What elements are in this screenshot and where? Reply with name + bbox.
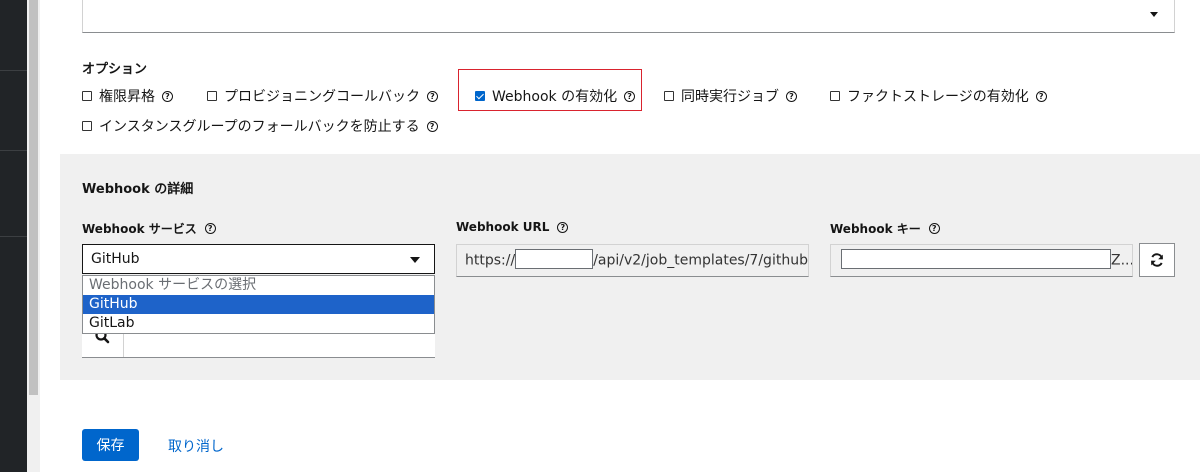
help-circle-icon[interactable]: ? — [426, 120, 438, 132]
help-circle-icon[interactable]: ? — [557, 221, 569, 233]
help-circle-icon[interactable]: ? — [162, 90, 173, 102]
form-content: オプション 権限昇格 ? プロビジョニングコールバック ? Webhook の有… — [60, 0, 1200, 472]
label-text: Webhook キー — [830, 222, 921, 236]
label-text: Webhook URL — [456, 220, 550, 234]
save-button[interactable]: 保存 — [82, 429, 139, 461]
scrollbar-thumb[interactable] — [29, 0, 38, 395]
option-label: インスタンスグループのフォールバックを防止する — [99, 119, 420, 135]
nav-divider — [0, 236, 27, 237]
checkbox[interactable] — [664, 91, 674, 101]
left-navigation — [0, 0, 27, 472]
url-suffix: /api/v2/job_templates/7/github/ — [593, 252, 809, 269]
checkbox[interactable] — [207, 91, 217, 101]
top-select-field[interactable] — [82, 0, 1175, 33]
option-privilege-escalation[interactable]: 権限昇格 ? — [82, 86, 173, 106]
option-label: 同時実行ジョブ — [681, 89, 779, 105]
redacted-region — [515, 249, 594, 269]
caret-down-icon — [1150, 12, 1158, 17]
help-circle-icon[interactable]: ? — [928, 223, 940, 234]
help-circle-icon[interactable]: ? — [786, 90, 797, 102]
option-prevent-instance-group-fallback[interactable]: インスタンスグループのフォールバックを防止する ? — [82, 116, 438, 136]
help-circle-icon[interactable]: ? — [427, 90, 438, 102]
url-prefix: https:// — [465, 252, 516, 269]
webhook-url-field[interactable]: https:// /api/v2/job_templates/7/github/ — [456, 244, 809, 277]
label-text: Webhook サービス — [82, 222, 197, 236]
dropdown-option-placeholder[interactable]: Webhook サービスの選択 — [83, 276, 434, 295]
help-circle-icon[interactable]: ? — [1035, 90, 1047, 102]
cancel-button[interactable]: 取り消し — [168, 436, 224, 456]
options-title: オプション — [82, 62, 148, 77]
webhook-key-field[interactable]: Z... — [830, 244, 1133, 277]
sync-icon — [1151, 253, 1163, 267]
dropdown-option-github[interactable]: GitHub — [83, 295, 434, 314]
nav-divider — [0, 150, 27, 151]
nav-divider — [0, 70, 27, 71]
redacted-region — [841, 249, 1111, 269]
caret-down-icon — [410, 257, 420, 263]
webhook-details-section: Webhook の詳細 Webhook サービス ? Webhook URL ?… — [60, 154, 1200, 380]
checkbox[interactable] — [830, 91, 840, 101]
webhook-service-select[interactable]: GitHub — [82, 244, 435, 274]
webhook-details-title: Webhook の詳細 — [82, 182, 194, 197]
dropdown-option-gitlab[interactable]: GitLab — [83, 314, 434, 333]
webhook-service-dropdown: Webhook サービスの選択 GitHub GitLab — [82, 275, 435, 334]
key-tail: Z... — [1111, 252, 1133, 269]
highlight-annotation — [458, 69, 642, 111]
webhook-url-label: Webhook URL ? — [456, 220, 569, 234]
option-label: 権限昇格 — [99, 89, 155, 105]
option-concurrent-jobs[interactable]: 同時実行ジョブ ? — [664, 86, 797, 106]
webhook-key-label: Webhook キー ? — [830, 220, 940, 237]
select-value: GitHub — [91, 251, 140, 267]
option-label: プロビジョニングコールバック — [224, 89, 420, 105]
option-provisioning-callback[interactable]: プロビジョニングコールバック ? — [207, 86, 438, 106]
regenerate-key-button[interactable] — [1139, 243, 1175, 277]
checkbox[interactable] — [82, 91, 92, 101]
webhook-service-label: Webhook サービス ? — [82, 220, 216, 237]
checkbox[interactable] — [82, 121, 92, 131]
help-circle-icon[interactable]: ? — [204, 223, 216, 234]
option-fact-storage[interactable]: ファクトストレージの有効化 ? — [830, 86, 1047, 106]
option-label: ファクトストレージの有効化 — [847, 89, 1029, 105]
